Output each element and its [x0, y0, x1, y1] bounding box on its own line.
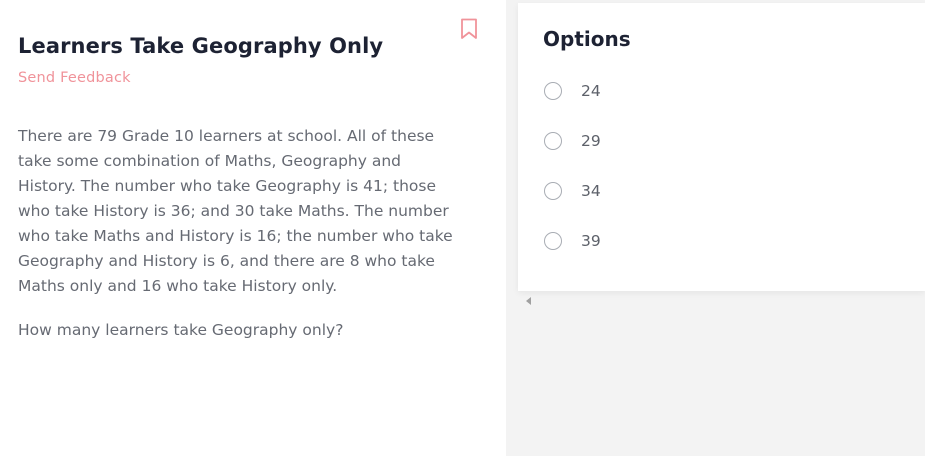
option-24[interactable]: 24: [544, 79, 601, 103]
question-panel: Learners Take Geography Only Send Feedba…: [0, 0, 506, 456]
radio-button[interactable]: [544, 232, 562, 250]
page: Learners Take Geography Only Send Feedba…: [0, 0, 925, 456]
bookmark-icon[interactable]: [460, 18, 478, 40]
question-prompt: How many learners take Geography only?: [18, 321, 344, 339]
option-34[interactable]: 34: [544, 179, 601, 203]
option-29[interactable]: 29: [544, 129, 601, 153]
question-title: Learners Take Geography Only: [18, 34, 384, 58]
scroll-left-arrow-icon[interactable]: [526, 297, 531, 305]
options-card: Options 24 29 34 39: [518, 3, 925, 291]
options-title: Options: [543, 27, 631, 51]
option-label: 34: [581, 182, 601, 200]
radio-button[interactable]: [544, 182, 562, 200]
send-feedback-link[interactable]: Send Feedback: [18, 70, 131, 86]
radio-button[interactable]: [544, 132, 562, 150]
option-label: 29: [581, 132, 601, 150]
option-39[interactable]: 39: [544, 229, 601, 253]
radio-button[interactable]: [544, 82, 562, 100]
option-label: 39: [581, 232, 601, 250]
question-body: There are 79 Grade 10 learners at school…: [18, 127, 453, 295]
option-label: 24: [581, 82, 601, 100]
